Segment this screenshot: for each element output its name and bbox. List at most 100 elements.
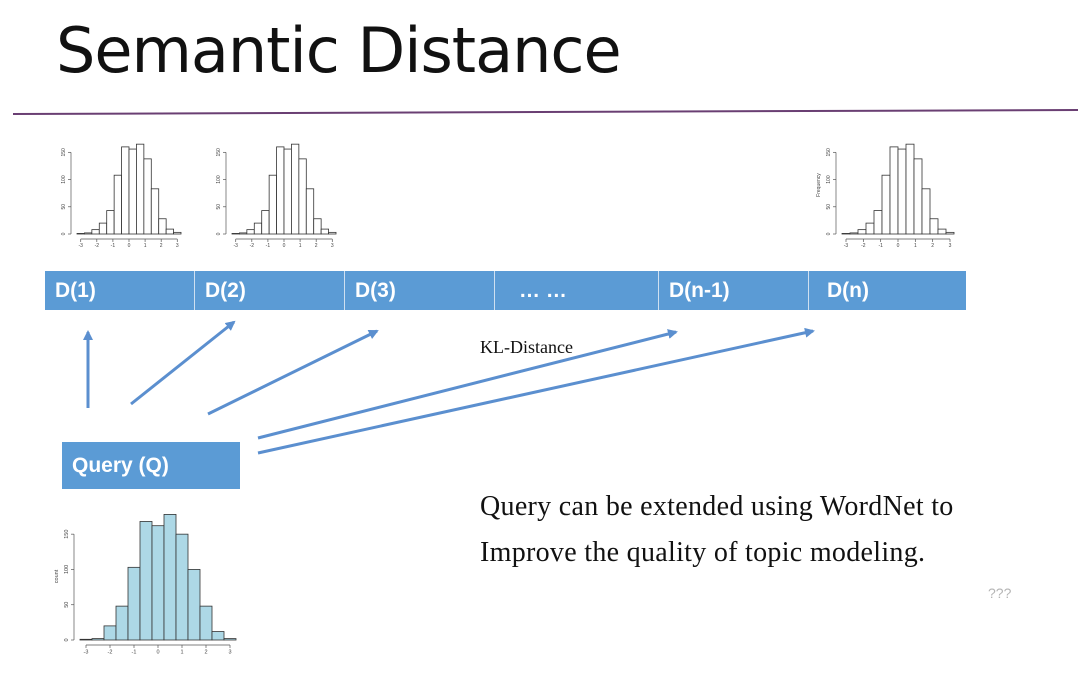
histogram-bar [261,210,270,235]
histogram-bar [291,143,300,235]
x-tick-label: 3 [331,243,334,249]
x-tick-label: -3 [84,650,89,656]
arrow-to-d3 [207,329,379,416]
x-tick-label: -1 [878,243,883,249]
question-marks: ??? [988,585,1012,601]
histogram-bar [865,222,875,235]
doc-cell-d2: D(2) [195,271,345,310]
y-tick-label: 100 [216,175,222,184]
histogram-bar [128,148,137,235]
histogram-bar [320,228,329,235]
histogram-bar [163,514,177,641]
histogram-bar [79,638,93,641]
histogram-bar [945,231,955,235]
y-tick-label: 150 [64,530,70,539]
kl-distance-label: KL-Distance [480,337,573,357]
histogram-bar [873,210,883,235]
x-tick-label: 0 [156,650,159,656]
y-tick-label: 100 [61,175,67,184]
y-tick-label: 0 [64,638,70,641]
histogram-bar [268,174,277,235]
note-line-1: Query can be extended using WordNet to [480,491,954,522]
histogram-bar [143,158,152,235]
histogram-d2: 0 50 100 150 -3 -2 -1 0 1 2 3 [216,143,337,249]
histogram-bar [113,174,122,235]
histogram-bar [897,148,907,235]
histogram-bar [313,218,322,235]
histogram-bar [199,605,213,641]
histogram-dn: 0 50 100 150 -3 -2 -1 0 1 2 3 Frequency [816,143,955,249]
x-tick-label: 2 [160,243,163,249]
x-tick-label: 0 [897,243,900,249]
arrow-to-d2 [130,320,236,406]
x-tick-label: 2 [315,243,318,249]
histogram-bar [106,210,115,235]
histogram-bar [937,228,947,235]
histogram-bar [187,569,201,641]
histogram-bar [905,143,915,235]
histogram-bar [91,229,100,235]
x-tick-label: 3 [176,243,179,249]
histogram-bar [889,146,899,235]
document-bar: D(1) D(2) D(3) … … D(n-1) D(n) [45,271,966,310]
x-tick-label: 0 [283,243,286,249]
y-tick-label: 0 [216,232,222,235]
histogram-bar [857,229,867,235]
title-divider [13,109,1078,115]
histogram-bar [231,233,240,235]
histogram-bar [841,233,851,235]
histogram-bar [246,229,255,235]
y-tick-label: 100 [64,565,70,574]
histogram-bar [98,222,108,235]
y-tick-label: 50 [826,204,832,210]
y-axis-label: Frequency [816,173,822,197]
histogram-bar [139,521,153,641]
histogram-bar [929,218,939,235]
histogram-bar [881,174,891,235]
x-tick-label: -2 [108,650,113,656]
histogram-bar [91,638,105,641]
x-tick-label: 1 [180,650,183,656]
x-tick-label: -3 [844,243,849,249]
y-tick-label: 0 [826,232,832,235]
y-tick-label: 100 [826,175,832,184]
histogram-bar [151,525,165,641]
histogram-d1: 0 50 100 150 -3 -2 -1 0 1 2 3 [61,143,182,249]
x-tick-label: 3 [949,243,952,249]
x-tick-label: 1 [914,243,917,249]
y-tick-label: 50 [216,204,222,210]
x-tick-label: -3 [78,243,83,249]
histogram-bar [253,222,263,235]
histogram-bar [305,188,315,235]
histogram-bar [211,631,225,641]
x-tick-label: 0 [128,243,131,249]
x-tick-label: 2 [931,243,934,249]
histogram-bar [921,188,931,235]
histogram-query: 0 50 100 150 -3 -2 -1 0 1 2 3 count [54,514,237,656]
query-box: Query (Q) [62,442,240,489]
histogram-bar [239,232,248,235]
y-tick-label: 0 [61,232,67,235]
histogram-bar [121,146,130,235]
histogram-bar [136,143,145,235]
x-tick-label: -2 [95,243,100,249]
y-tick-label: 50 [64,602,70,608]
histogram-bar [849,232,859,235]
histogram-bar [283,148,292,235]
y-tick-label: 150 [61,148,67,157]
x-tick-label: 1 [144,243,147,249]
histogram-bar [158,218,167,235]
x-tick-label: -3 [233,243,238,249]
histogram-bar [150,188,160,235]
arrow-to-dn-1 [257,329,678,440]
doc-cell-d1: D(1) [45,271,195,310]
histogram-bar [127,566,141,641]
x-tick-label: -1 [111,243,116,249]
histogram-bar [328,231,337,235]
doc-cell-d3: D(3) [345,271,495,310]
histogram-bar [76,233,85,235]
histogram-bar [223,638,237,641]
x-tick-label: 3 [228,650,231,656]
histogram-bar [84,232,93,235]
y-axis-label: count [54,569,60,583]
